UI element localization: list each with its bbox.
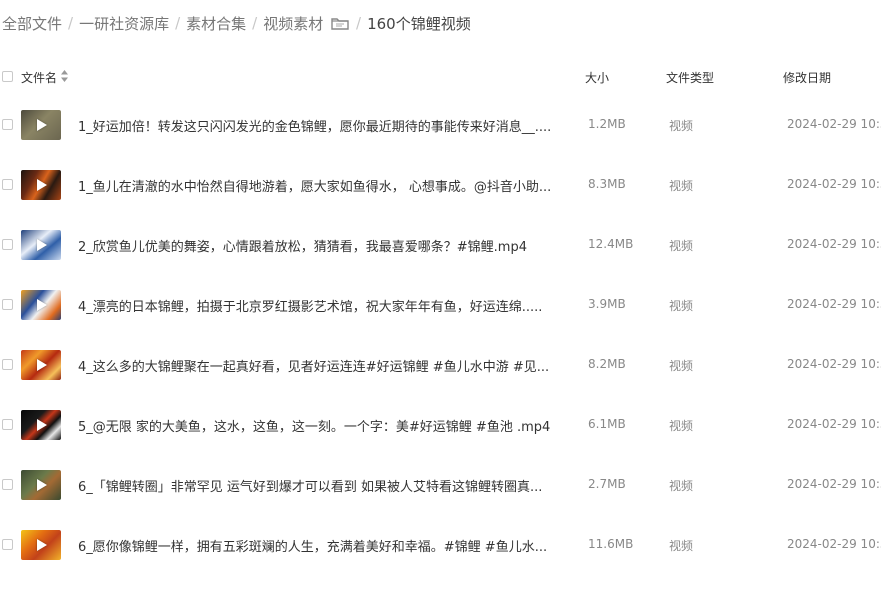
breadcrumb-separator: / (68, 14, 74, 32)
file-row[interactable]: 5_@无限 家的大美鱼，这水，这鱼，这一刻。一个字：美#好运锦鲤 #鱼池 .mp… (0, 400, 881, 460)
file-type: 视频 (669, 539, 694, 553)
breadcrumb-separator: / (252, 14, 258, 32)
row-checkbox[interactable] (2, 299, 13, 310)
file-date: 2024-02-29 10:5 (787, 477, 881, 491)
file-date: 2024-02-29 10:5 (787, 537, 881, 551)
file-name[interactable]: 1_好运加倍！转发这只闪闪发光的金色锦鲤，愿你最近期待的事能传来好消息__...… (78, 116, 553, 135)
play-icon (37, 479, 47, 491)
column-header-name[interactable]: 文件名 (21, 69, 57, 86)
file-row[interactable]: 4_这么多的大锦鲤聚在一起真好看，见者好运连连#好运锦鲤 #鱼儿水中游 #见..… (0, 340, 881, 400)
row-checkbox[interactable] (2, 419, 13, 430)
file-size: 1.2MB (588, 117, 626, 131)
file-type: 视频 (669, 179, 694, 193)
select-all-checkbox[interactable] (2, 71, 13, 82)
file-browser: 全部文件 / 一研社资源库 / 素材合集 / 视频素材 / 160个锦鲤视频 文… (0, 0, 881, 590)
file-date: 2024-02-29 10:5 (787, 237, 881, 251)
play-icon (37, 359, 47, 371)
file-list-header: 文件名 大小 文件类型 修改日期 (0, 66, 881, 88)
file-row[interactable]: 1_好运加倍！转发这只闪闪发光的金色锦鲤，愿你最近期待的事能传来好消息__...… (0, 100, 881, 160)
column-header-size[interactable]: 大小 (585, 69, 609, 86)
file-date: 2024-02-29 10:5 (787, 177, 881, 191)
row-checkbox[interactable] (2, 119, 13, 130)
file-type: 视频 (669, 479, 694, 493)
video-thumbnail[interactable] (21, 470, 61, 500)
file-name[interactable]: 2_欣赏鱼儿优美的舞姿，心情跟着放松，猜猜看，我最喜爱哪条？#锦鲤.mp4 (78, 236, 553, 255)
file-name[interactable]: 5_@无限 家的大美鱼，这水，这鱼，这一刻。一个字：美#好运锦鲤 #鱼池 .mp… (78, 416, 553, 435)
breadcrumb-separator: / (356, 14, 362, 32)
breadcrumb-library[interactable]: 一研社资源库 (79, 13, 169, 34)
file-name[interactable]: 4_这么多的大锦鲤聚在一起真好看，见者好运连连#好运锦鲤 #鱼儿水中游 #见..… (78, 356, 553, 375)
video-thumbnail[interactable] (21, 350, 61, 380)
file-row[interactable]: 1_鱼儿在清澈的水中怡然自得地游着，愿大家如鱼得水， 心想事成。@抖音小助...… (0, 160, 881, 220)
row-checkbox[interactable] (2, 479, 13, 490)
file-type: 视频 (669, 299, 694, 313)
breadcrumb-current-folder: 160个锦鲤视频 (367, 14, 471, 33)
file-size: 8.3MB (588, 177, 626, 191)
row-checkbox[interactable] (2, 539, 13, 550)
column-header-type[interactable]: 文件类型 (666, 69, 714, 86)
file-name[interactable]: 6_「锦鲤转圈」非常罕见 运气好到爆才可以看到 如果被人艾特看这锦鲤转圈真... (78, 476, 553, 495)
file-date: 2024-02-29 10:5 (787, 417, 881, 431)
play-icon (37, 539, 47, 551)
sort-icon[interactable] (61, 70, 68, 82)
play-icon (37, 119, 47, 131)
file-type: 视频 (669, 119, 694, 133)
file-row[interactable]: 2_欣赏鱼儿优美的舞姿，心情跟着放松，猜猜看，我最喜爱哪条？#锦鲤.mp4 12… (0, 220, 881, 280)
file-size: 2.7MB (588, 477, 626, 491)
file-type: 视频 (669, 239, 694, 253)
file-size: 12.4MB (588, 237, 634, 251)
file-name[interactable]: 1_鱼儿在清澈的水中怡然自得地游着，愿大家如鱼得水， 心想事成。@抖音小助... (78, 176, 553, 195)
breadcrumb-separator: / (175, 14, 181, 32)
row-checkbox[interactable] (2, 179, 13, 190)
breadcrumb-all-files[interactable]: 全部文件 (2, 13, 62, 34)
video-thumbnail[interactable] (21, 290, 61, 320)
breadcrumb-video-assets[interactable]: 视频素材 (263, 13, 350, 34)
video-thumbnail[interactable] (21, 530, 61, 560)
file-date: 2024-02-29 10:5 (787, 297, 881, 311)
file-name[interactable]: 4_漂亮的日本锦鲤，拍摄于北京罗红摄影艺术馆，祝大家年年有鱼，好运连绵..... (78, 296, 553, 315)
folder-icon (331, 17, 349, 30)
file-size: 3.9MB (588, 297, 626, 311)
column-header-date[interactable]: 修改日期 (783, 69, 831, 86)
video-thumbnail[interactable] (21, 110, 61, 140)
file-size: 6.1MB (588, 417, 626, 431)
file-size: 11.6MB (588, 537, 634, 551)
play-icon (37, 239, 47, 251)
play-icon (37, 419, 47, 431)
row-checkbox[interactable] (2, 359, 13, 370)
file-row[interactable]: 4_漂亮的日本锦鲤，拍摄于北京罗红摄影艺术馆，祝大家年年有鱼，好运连绵.....… (0, 280, 881, 340)
video-thumbnail[interactable] (21, 410, 61, 440)
file-type: 视频 (669, 419, 694, 433)
file-date: 2024-02-29 10:5 (787, 357, 881, 371)
file-row[interactable]: 6_「锦鲤转圈」非常罕见 运气好到爆才可以看到 如果被人艾特看这锦鲤转圈真...… (0, 460, 881, 520)
file-row[interactable]: 6_愿你像锦鲤一样，拥有五彩斑斓的人生，充满着美好和幸福。#锦鲤 #鱼儿水...… (0, 520, 881, 580)
breadcrumb-video-assets-label: 视频素材 (263, 14, 324, 33)
row-checkbox[interactable] (2, 239, 13, 250)
video-thumbnail[interactable] (21, 230, 61, 260)
file-size: 8.2MB (588, 357, 626, 371)
breadcrumb-collection[interactable]: 素材合集 (186, 13, 246, 34)
file-date: 2024-02-29 10:5 (787, 117, 881, 131)
breadcrumb: 全部文件 / 一研社资源库 / 素材合集 / 视频素材 / 160个锦鲤视频 (2, 12, 471, 34)
file-type: 视频 (669, 359, 694, 373)
video-thumbnail[interactable] (21, 170, 61, 200)
file-name[interactable]: 6_愿你像锦鲤一样，拥有五彩斑斓的人生，充满着美好和幸福。#锦鲤 #鱼儿水... (78, 536, 553, 555)
play-icon (37, 299, 47, 311)
play-icon (37, 179, 47, 191)
